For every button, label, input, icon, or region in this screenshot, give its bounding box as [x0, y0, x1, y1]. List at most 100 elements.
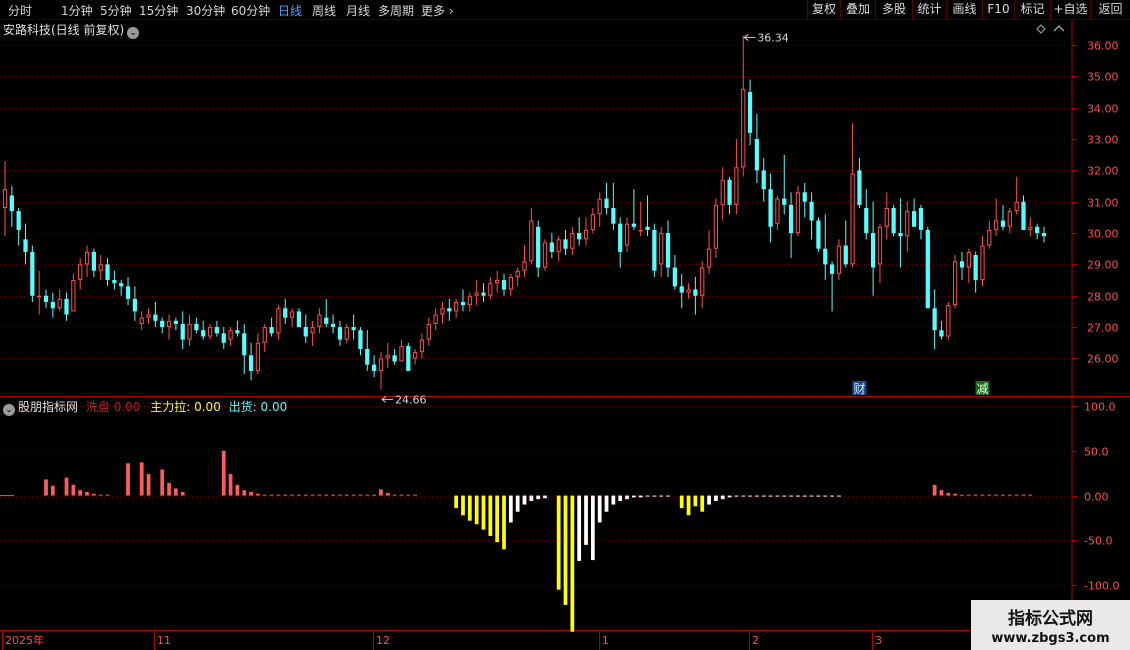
indicator-bar-2-90 — [618, 495, 623, 501]
indicator-bar-0-43 — [297, 494, 301, 496]
candle-16 — [112, 270, 117, 290]
badge-财: 财 — [853, 382, 865, 396]
period-9[interactable]: 多周期 — [378, 2, 414, 19]
candle-body — [426, 323, 431, 340]
candle-body — [809, 201, 814, 221]
indicator-bar-2-88 — [604, 495, 609, 512]
indicator-bar-1-82 — [563, 495, 568, 605]
period-10[interactable]: 更多 › — [421, 2, 454, 19]
candle-body — [330, 323, 336, 328]
indicator-tick-label: -50.0 — [1084, 535, 1112, 548]
candle-147 — [1007, 208, 1012, 234]
candle-26 — [180, 311, 185, 349]
time-label-2: 12 — [376, 634, 390, 647]
candle-108 — [741, 35, 746, 177]
period-3[interactable]: 15分钟 — [139, 2, 178, 19]
candle-36 — [248, 342, 254, 381]
candle-34 — [235, 320, 240, 337]
toolbar-button-0[interactable]: 复权 — [807, 0, 840, 20]
toolbar-button-8[interactable]: 返回 — [1090, 0, 1130, 20]
candle-123 — [843, 220, 848, 268]
toolbar-button-6[interactable]: 标记 — [1014, 0, 1050, 20]
indicator-bar-0-139 — [953, 493, 958, 496]
indicator-bar-0-20 — [139, 462, 144, 496]
period-4[interactable]: 30分钟 — [186, 2, 225, 19]
price-tick-label: 30.00 — [1087, 228, 1119, 241]
indicator-bar-0-149 — [1021, 494, 1026, 496]
toolbar-button-4[interactable]: 画线 — [946, 0, 982, 20]
indicator-bar-0-49 — [338, 494, 342, 496]
indicator-bar-2-105 — [720, 495, 725, 500]
stock-title[interactable]: 安路科技(日线 前复权) — [3, 23, 124, 37]
indicator-bar-2-74 — [508, 495, 513, 523]
candle-23 — [160, 317, 165, 334]
candle-75 — [515, 267, 520, 287]
indicator-bar-2-77 — [529, 495, 534, 501]
price-tick-label: 31.00 — [1087, 197, 1119, 210]
indicator-tick-label: 0.00 — [1084, 491, 1109, 504]
indicator-bar-2-110 — [755, 495, 759, 497]
time-label-1: 11 — [157, 634, 171, 647]
candle-body — [419, 339, 425, 353]
indicator-bar-2-91 — [625, 495, 629, 500]
candle-body — [406, 345, 411, 371]
indicator-bar-0-54 — [372, 494, 376, 496]
candle-18 — [125, 276, 131, 306]
candle-72 — [495, 270, 500, 293]
indicator-bar-0-46 — [317, 494, 322, 496]
indicator-bar-2-85 — [584, 495, 588, 545]
candle-body — [119, 283, 124, 287]
indicator-bar-2-107 — [734, 495, 739, 497]
period-2[interactable]: 5分钟 — [100, 2, 132, 19]
candle-body — [912, 211, 917, 227]
candle-body — [194, 323, 199, 331]
candle-body — [9, 195, 14, 212]
toolbar-button-7[interactable]: +自选 — [1050, 0, 1090, 20]
period-7[interactable]: 周线 — [312, 2, 336, 19]
indicator-bar-2-117 — [802, 495, 807, 497]
candle-body — [98, 264, 103, 271]
period-8[interactable]: 月线 — [346, 2, 370, 19]
price-tick-label: 29.00 — [1087, 259, 1119, 272]
period-1[interactable]: 1分钟 — [61, 2, 93, 19]
period-0[interactable]: 分时 — [8, 2, 32, 19]
candle-body — [925, 229, 930, 309]
candle-37 — [255, 333, 261, 375]
candle-105 — [720, 167, 725, 221]
candle-body — [966, 251, 971, 268]
candle-64 — [440, 302, 445, 324]
main-label: 主力拉 — [150, 400, 187, 414]
price-tick-label: 33.00 — [1087, 134, 1119, 147]
chevron-down-icon[interactable]: ⌄ — [3, 404, 15, 416]
period-5[interactable]: 60分钟 — [231, 2, 270, 19]
candle-125 — [857, 157, 862, 208]
candle-body — [173, 320, 179, 324]
toolbar-button-5[interactable]: F10 — [982, 0, 1014, 20]
candle-79 — [542, 239, 548, 271]
indicator-bar-0-11 — [78, 490, 83, 496]
candle-44 — [303, 314, 308, 343]
candle-body — [454, 302, 459, 312]
candle-body — [700, 267, 705, 296]
indicator-bar-0-150 — [1028, 494, 1033, 496]
toolbar-button-1[interactable]: 叠加 — [840, 0, 875, 20]
indicator-bar-0-45 — [310, 494, 315, 496]
toolbar-button-2[interactable]: 多股 — [875, 0, 912, 20]
candle-138 — [946, 302, 951, 340]
candle-body — [829, 264, 835, 274]
indicator-bar-2-76 — [522, 495, 527, 505]
chevron-down-icon[interactable]: ⌄ — [127, 27, 140, 39]
price-tick-label: 28.00 — [1087, 291, 1119, 304]
period-6[interactable]: 日线 — [278, 2, 302, 19]
candle-71 — [488, 276, 493, 299]
indicator-name[interactable]: 股朋指标网 — [18, 400, 78, 414]
candle-88 — [604, 182, 609, 215]
candle-body — [467, 295, 472, 306]
candle-body — [166, 320, 172, 328]
price-tick-label: 36.00 — [1087, 40, 1119, 53]
candle-143 — [980, 236, 985, 287]
toolbar-button-3[interactable]: 统计 — [912, 0, 946, 20]
main-value: 0.00 — [194, 400, 221, 414]
candle-85 — [583, 217, 589, 246]
candle-3 — [23, 223, 28, 265]
